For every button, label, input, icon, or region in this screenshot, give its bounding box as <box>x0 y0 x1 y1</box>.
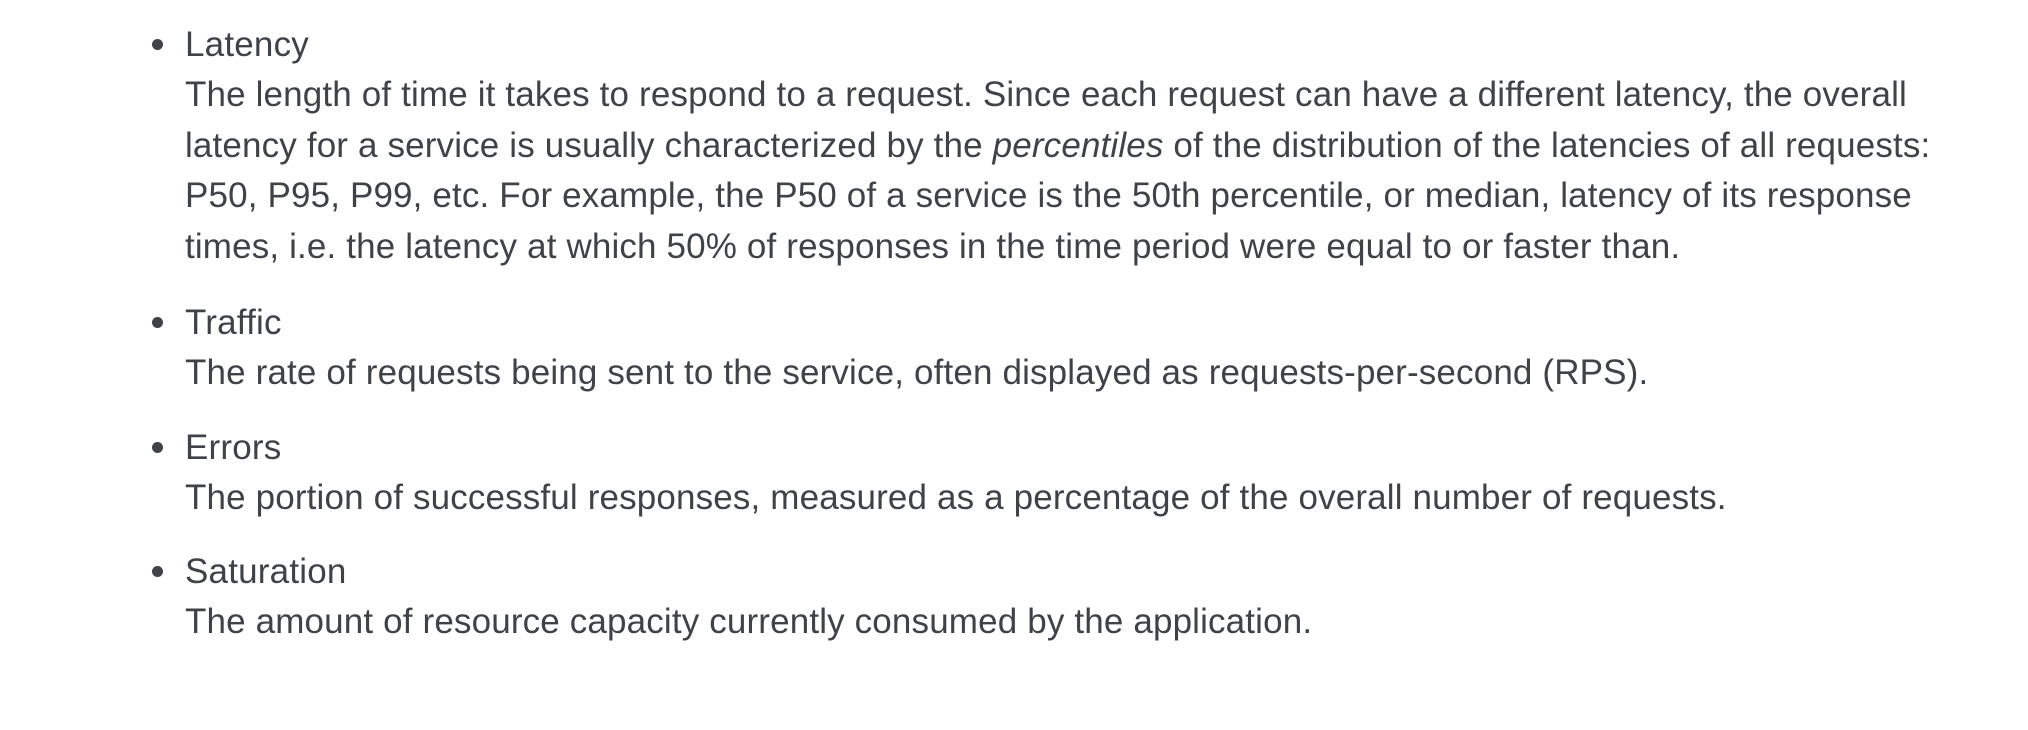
list-item-errors: Errors The portion of successful respons… <box>150 423 1990 524</box>
list-item-traffic: Traffic The rate of requests being sent … <box>150 298 1990 399</box>
description-latency: The length of time it takes to respond t… <box>185 70 1990 272</box>
bullet-icon <box>152 566 163 577</box>
document-body: Latency The length of time it takes to r… <box>0 0 2028 730</box>
term-latency: Latency <box>185 25 309 64</box>
list-item-saturation: Saturation The amount of resource capaci… <box>150 547 1990 648</box>
bullet-icon <box>152 39 163 50</box>
term-saturation: Saturation <box>185 552 347 591</box>
description-errors: The portion of successful responses, mea… <box>185 477 1727 517</box>
bullet-icon <box>152 317 163 328</box>
list-item-latency: Latency The length of time it takes to r… <box>150 20 1990 272</box>
metrics-list: Latency The length of time it takes to r… <box>150 20 1990 672</box>
bullet-icon <box>152 441 163 453</box>
term-errors: Errors <box>185 427 282 467</box>
term-traffic: Traffic <box>185 303 282 342</box>
description-latency-emphasis: percentiles <box>992 125 1164 165</box>
description-traffic: The rate of requests being sent to the s… <box>185 353 1649 392</box>
description-saturation: The amount of resource capacity currentl… <box>185 602 1313 641</box>
